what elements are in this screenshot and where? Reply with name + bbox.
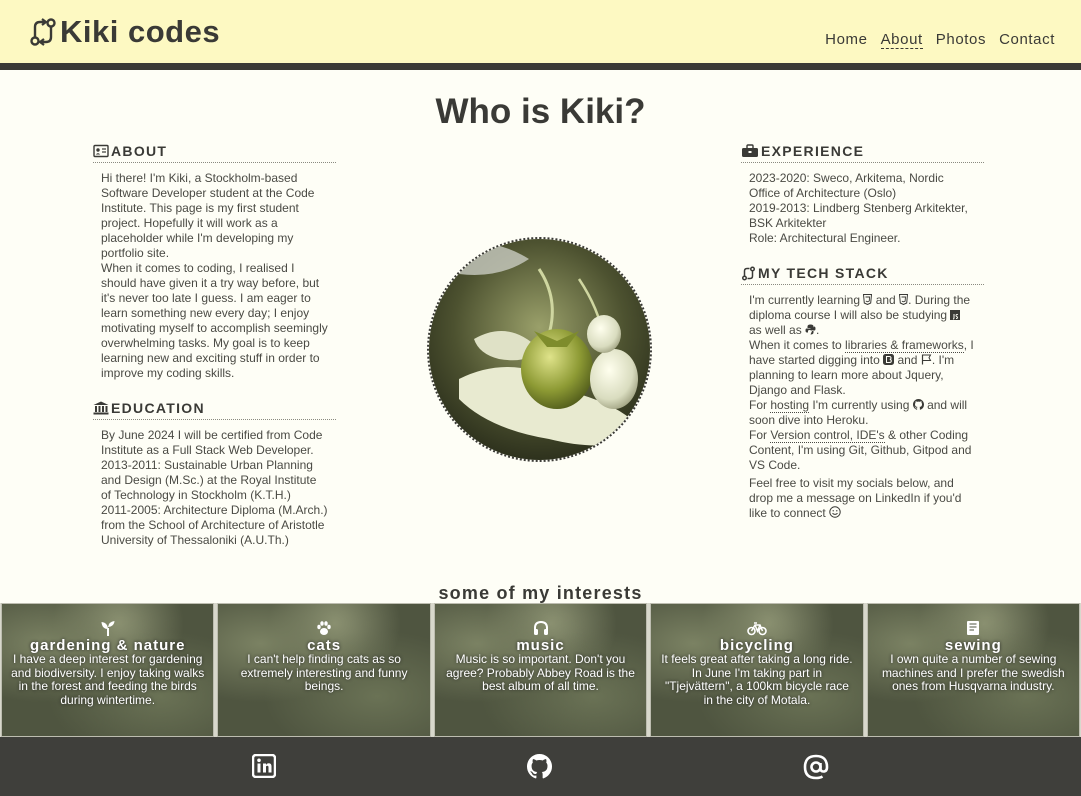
about-title: ABOUT (111, 143, 168, 159)
nav-photos[interactable]: Photos (936, 31, 986, 49)
code-branch-icon (741, 266, 756, 281)
interest-text: I have a deep interest for gardening and… (11, 652, 205, 707)
id-card-icon (93, 144, 109, 158)
experience-paragraph: 2023-2020: Sweco, Arkitema, Nordic Offic… (749, 171, 944, 200)
interest-text: I can't help finding cats as so extremel… (240, 652, 408, 693)
stack-learning-line: I'm currently learning and . During the … (749, 293, 976, 338)
interest-title: sewing (944, 637, 1002, 654)
site-footer (0, 737, 1081, 796)
stack-frameworks-line: When it comes to libraries & frameworks,… (749, 338, 976, 398)
interest-card-sewing: sewing I own quite a number of sewing ma… (866, 603, 1081, 737)
seedling-icon (101, 621, 115, 636)
hosting-abbr[interactable]: hosting (770, 398, 810, 413)
interest-text: Music is so important. Don't you agree? … (446, 652, 635, 693)
nav-contact[interactable]: Contact (999, 31, 1055, 49)
tech-stack-section: MY TECH STACK I'm currently learning and… (741, 265, 984, 521)
stack-text: For (749, 428, 767, 442)
version-control-abbr[interactable]: Version control, IDE's (770, 428, 885, 443)
interest-text: I own quite a number of sewing machines … (881, 652, 1065, 693)
github-link[interactable] (527, 754, 552, 784)
smile-icon (829, 506, 841, 518)
bootstrap-icon (883, 354, 895, 365)
nav-home[interactable]: Home (825, 31, 867, 49)
css3-icon (899, 294, 909, 305)
stack-vcs-line: For Version control, IDE's & other Codin… (749, 428, 976, 473)
interest-card-bicycling: bicycling It feels great after taking a … (650, 603, 864, 737)
stack-text: and (875, 293, 896, 307)
about-paragraph: Hi there! I'm Kiki, a Stockholm-based So… (101, 171, 315, 260)
python-icon (805, 324, 816, 335)
libraries-abbr[interactable]: libraries & frameworks (845, 338, 964, 353)
experience-heading: EXPERIENCE (741, 143, 984, 163)
stack-text: Feel free to visit my socials below, and… (749, 476, 962, 520)
interest-title: cats (307, 637, 342, 654)
education-title: EDUCATION (111, 400, 205, 416)
interest-card-cats: cats I can't help finding cats as so ext… (217, 603, 431, 737)
stack-text: I'm currently learning (749, 293, 860, 307)
font-awesome-flag-icon (921, 354, 932, 365)
stack-text: . (816, 323, 820, 337)
tech-stack-heading: MY TECH STACK (741, 265, 984, 285)
html5-icon (863, 294, 873, 305)
experience-paragraph: Role: Architectural Engineer. (749, 231, 901, 245)
github-icon (912, 399, 924, 410)
interest-card-gardening: gardening & nature I have a deep interes… (1, 603, 215, 737)
interest-title: gardening & nature (29, 637, 186, 654)
experience-paragraph: 2019-2013: Lindberg Stenberg Arkitekter,… (749, 201, 968, 230)
stack-text: I'm currently using (812, 398, 910, 412)
interests-title: some of my interests (438, 583, 643, 603)
stack-text: When it comes to (749, 338, 842, 352)
about-section: ABOUT Hi there! I'm Kiki, a Stockholm-ba… (93, 143, 336, 381)
paw-icon (317, 621, 331, 635)
page-title: Who is Kiki? (435, 92, 646, 131)
tech-stack-title: MY TECH STACK (758, 265, 889, 281)
stack-text: as well as (749, 323, 802, 337)
interest-title: bicycling (719, 637, 794, 654)
about-heading: ABOUT (93, 143, 336, 163)
linkedin-icon (251, 753, 277, 779)
interest-title: music (516, 637, 565, 654)
brand-text: Kiki codes (60, 14, 221, 49)
stack-hosting-line: For hosting I'm currently using and will… (749, 398, 976, 428)
experience-section: EXPERIENCE 2023-2020: Sweco, Arkitema, N… (741, 143, 984, 246)
nav-about[interactable]: About (880, 31, 923, 49)
code-branch-icon (28, 17, 58, 47)
headphones-icon (533, 620, 548, 635)
main-nav: Home About Photos Contact (825, 31, 1055, 49)
linkedin-link[interactable] (251, 753, 277, 783)
javascript-icon (950, 310, 961, 320)
at-icon (803, 754, 829, 780)
education-paragraph: By June 2024 I will be certified from Co… (101, 428, 323, 457)
github-icon (527, 754, 552, 779)
brand-logo[interactable]: Kiki codes (28, 14, 220, 50)
sewing-icon (967, 621, 980, 635)
experience-title: EXPERIENCE (761, 143, 865, 159)
stack-text: and (897, 353, 918, 367)
interest-text: It feels great after taking a long ride.… (661, 652, 853, 707)
strawberry-photo (427, 237, 652, 462)
bicycle-icon (747, 622, 767, 636)
interests-cards: gardening & nature I have a deep interes… (0, 603, 1081, 737)
email-link[interactable] (803, 754, 829, 785)
university-icon (93, 401, 109, 415)
education-paragraph: 2013-2011: Sustainable Urban Planning an… (101, 458, 317, 502)
toolbox-icon (741, 144, 759, 158)
about-paragraph: When it comes to coding, I realised I sh… (101, 261, 328, 380)
stack-text: For (749, 398, 767, 412)
education-heading: EDUCATION (93, 400, 336, 420)
education-paragraph: 2011-2005: Architecture Diploma (M.Arch.… (101, 503, 328, 547)
site-header: Kiki codes Home About Photos Contact (0, 0, 1081, 70)
stack-contact-line: Feel free to visit my socials below, and… (749, 476, 976, 521)
education-section: EDUCATION By June 2024 I will be certifi… (93, 400, 336, 548)
interest-card-music: music Music is so important. Don't you a… (433, 603, 648, 737)
